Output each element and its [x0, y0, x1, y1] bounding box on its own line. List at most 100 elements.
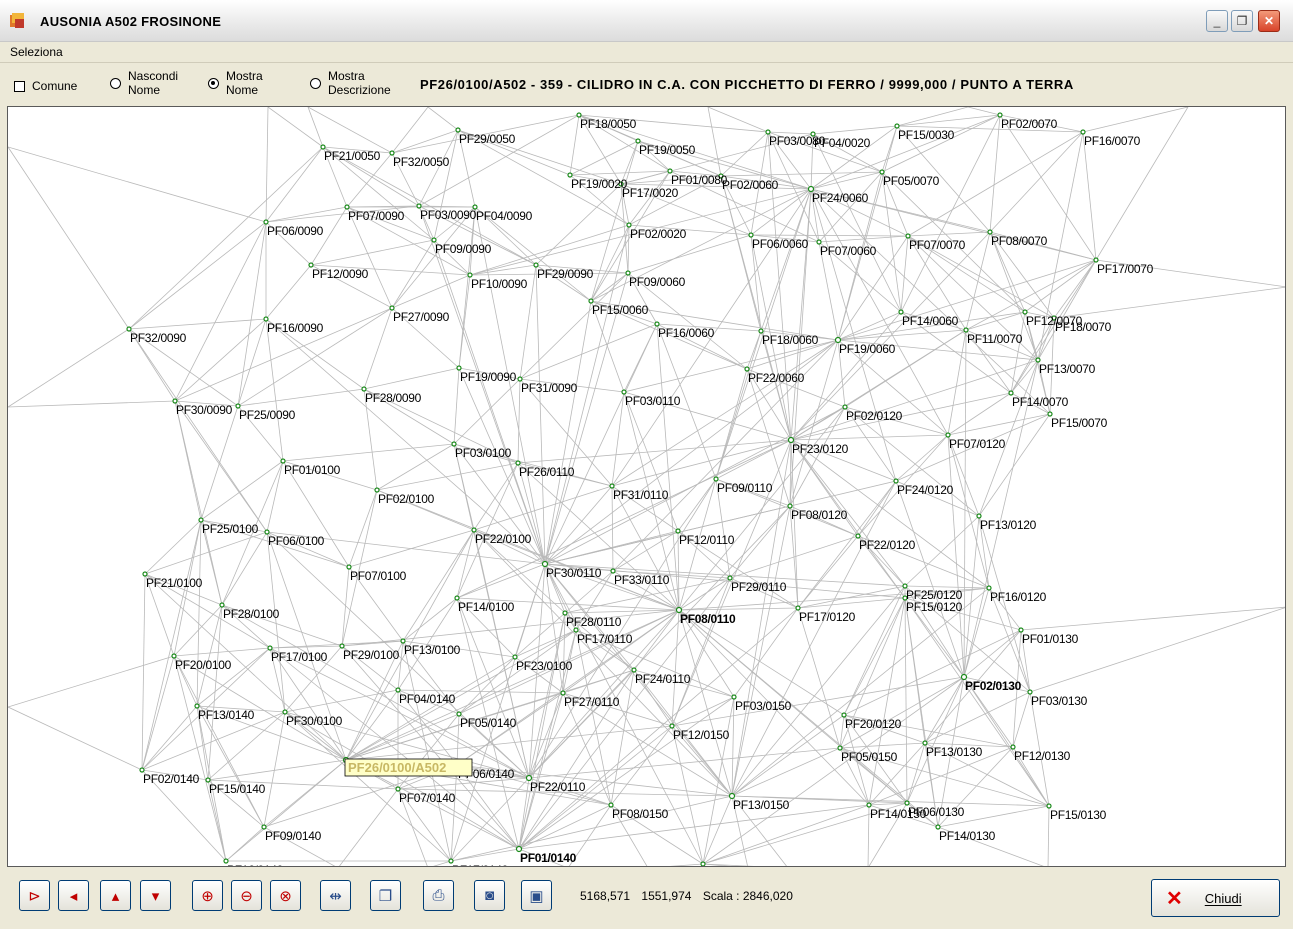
edge: [173, 655, 265, 828]
edge: [843, 629, 1022, 716]
point-label: PF22/0060: [748, 371, 805, 385]
radio-nascondi-nome[interactable]: Nascondi Nome: [110, 69, 178, 97]
close-button[interactable]: ✕: [1258, 10, 1280, 32]
zoom-extent-button[interactable]: ⊗: [270, 880, 301, 911]
point-label: PF04/0020: [814, 136, 871, 150]
point-label: PF07/0100: [350, 569, 407, 583]
edge: [269, 640, 404, 649]
edge: [265, 318, 284, 462]
point-label: PF03/0100: [455, 446, 512, 460]
chiudi-button[interactable]: ✕ Chiudi: [1151, 879, 1280, 917]
copy-button[interactable]: ❐: [370, 880, 401, 911]
point-label: PF17/0110: [577, 632, 633, 646]
edge: [8, 706, 143, 771]
zoom-out-button[interactable]: ⊖: [231, 880, 262, 911]
point-label: PF29/0090: [537, 267, 594, 281]
edge: [391, 274, 471, 309]
edge: [269, 647, 530, 779]
pan-down-button[interactable]: ▾: [140, 880, 171, 911]
edge: [904, 515, 980, 587]
map-canvas[interactable]: PF18/0050 PF29/0050 PF19/0050 PF03/0080 PF04…: [7, 106, 1286, 867]
edge: [174, 318, 267, 402]
radio-mostra-nome[interactable]: Mostra Nome: [208, 69, 263, 97]
edge: [196, 519, 202, 707]
camera-button[interactable]: ▣: [521, 880, 552, 911]
print-button[interactable]: ⎙: [423, 880, 454, 911]
point-label: PF29/0100: [343, 648, 400, 662]
edge: [702, 804, 870, 865]
edge: [965, 311, 1026, 331]
point-label: PF13/0130: [926, 745, 983, 759]
edge: [282, 443, 455, 462]
edge: [141, 573, 146, 771]
edge: [810, 171, 883, 190]
edge: [128, 221, 267, 330]
radio-circle-selected: [208, 77, 219, 89]
point-label: PF24/0120: [897, 483, 954, 497]
point-label: PF18/0050: [580, 117, 637, 131]
pan-left-icon: ⊳: [28, 887, 41, 905]
edge: [896, 114, 1001, 127]
edge: [611, 339, 839, 487]
edge: [453, 378, 521, 445]
edge: [895, 434, 949, 482]
edge: [900, 114, 1001, 313]
edge: [173, 655, 227, 862]
edge: [267, 107, 324, 148]
edge: [196, 705, 265, 828]
menu-seleziona[interactable]: Seleziona: [10, 45, 63, 59]
edge: [269, 647, 347, 761]
point-label: PF07/0070: [909, 238, 966, 252]
edge: [450, 848, 520, 862]
edge: [611, 439, 792, 487]
edge: [924, 691, 1031, 744]
edge: [265, 264, 312, 320]
pan-right-button[interactable]: ◂: [58, 880, 89, 911]
point-label: PF05/0150: [841, 750, 898, 764]
point-label: PF13/0150: [733, 798, 790, 812]
pan-up-button[interactable]: ▴: [100, 880, 131, 911]
point-label: PF16/0090: [267, 321, 324, 335]
radio-mostra-descrizione[interactable]: Mostra Descrizione: [310, 69, 391, 97]
edge: [857, 480, 897, 537]
point-label: PF12/0090: [312, 267, 369, 281]
edge: [519, 323, 658, 380]
edge: [341, 566, 350, 647]
point-label: PF30/0090: [176, 403, 233, 417]
edge: [266, 460, 284, 533]
point-label: PF32/0090: [130, 331, 187, 345]
point-label: PF30/0110: [546, 566, 602, 580]
point-label: PF20/0100: [175, 658, 232, 672]
point-label: PF03/0090: [420, 208, 477, 222]
edge: [569, 170, 671, 176]
point-label: PF08/0150: [612, 807, 669, 821]
minimize-button[interactable]: _: [1206, 10, 1228, 32]
pan-down-icon: ▾: [151, 887, 160, 905]
point-label: PF06/0130: [908, 805, 965, 819]
edge: [797, 597, 906, 609]
edge: [731, 747, 841, 797]
edge: [456, 597, 530, 779]
comune-checkbox[interactable]: Comune: [14, 79, 77, 93]
zoom-in-button[interactable]: ⊕: [192, 880, 223, 911]
restore-icon: ❐: [1236, 14, 1248, 28]
edge: [611, 391, 625, 487]
point-label: PF17/0120: [799, 610, 856, 624]
edge: [391, 206, 476, 309]
point-label: PF07/0140: [399, 791, 456, 805]
point-label: PF22/0110: [530, 780, 586, 794]
point-label: PF04/0140: [399, 692, 456, 706]
point-label: PF13/0140: [198, 708, 255, 722]
edge-layer: [8, 107, 1285, 866]
map-graph[interactable]: PF18/0050PF29/0050PF19/0050PF03/0080PF04…: [8, 107, 1286, 867]
restore-button[interactable]: ❐: [1231, 10, 1253, 32]
portrait-button[interactable]: ◙: [474, 880, 505, 911]
pan-left-button[interactable]: ⊳: [19, 880, 50, 911]
edge: [978, 515, 1031, 693]
point-label: PF17/0070: [1097, 262, 1154, 276]
point-label: PF16/0070: [1084, 134, 1141, 148]
edge: [790, 434, 949, 441]
point-label: PF28/0090: [365, 391, 422, 405]
edge: [947, 329, 967, 436]
measure-button[interactable]: ⇹: [320, 880, 351, 911]
